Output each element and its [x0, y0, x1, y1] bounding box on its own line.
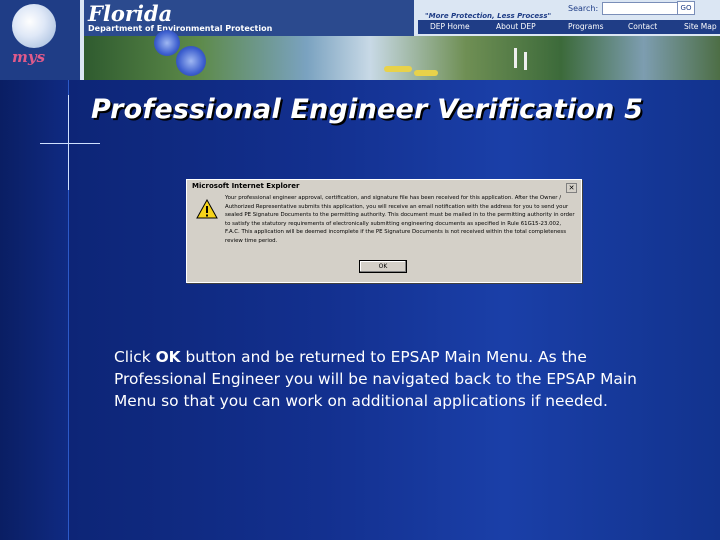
- instruction-prefix: Click: [114, 348, 156, 366]
- go-button[interactable]: GO: [677, 1, 695, 15]
- nav-about-dep[interactable]: About DEP: [496, 22, 536, 31]
- flower-image: [176, 46, 206, 76]
- motto: "More Protection, Less Process": [425, 12, 552, 20]
- slide-title: Professional Engineer Verification 5: [91, 94, 644, 125]
- instruction-rest: button and be returned to EPSAP Main Men…: [114, 348, 637, 410]
- crane-image: [514, 48, 517, 68]
- instruction-text: Click OK button and be returned to EPSAP…: [114, 346, 674, 412]
- nav-programs[interactable]: Programs: [568, 22, 604, 31]
- alert-dialog: Microsoft Internet Explorer ✕ Your profe…: [186, 179, 582, 283]
- florida-seal-icon: [12, 4, 56, 48]
- search-label: Search:: [568, 4, 599, 13]
- dialog-message: Your professional engineer approval, cer…: [225, 195, 575, 244]
- decor-cross-horizontal: [40, 143, 100, 144]
- nav-site-map[interactable]: Site Map: [684, 22, 717, 31]
- crane-image: [524, 52, 527, 70]
- flower-image: [154, 30, 180, 56]
- nav-dep-home[interactable]: DEP Home: [430, 22, 470, 31]
- dep-logo[interactable]: mys: [0, 0, 80, 80]
- site-banner: mys Florida Department of Environmental …: [0, 0, 720, 80]
- nav-contact[interactable]: Contact: [628, 22, 657, 31]
- dialog-titlebar[interactable]: Microsoft Internet Explorer ✕: [189, 182, 579, 193]
- logo-script: mys: [12, 48, 46, 66]
- kayak-image: [384, 66, 412, 72]
- close-icon[interactable]: ✕: [566, 183, 577, 193]
- photo-strip: [84, 30, 720, 80]
- instruction-ok-label: OK: [155, 348, 181, 366]
- agency-name[interactable]: Florida: [88, 1, 172, 26]
- left-band: [0, 80, 68, 540]
- kayak-image: [414, 70, 438, 76]
- department-name: Department of Environmental Protection: [88, 24, 273, 33]
- top-nav: DEP Home About DEP Programs Contact Site…: [418, 20, 720, 34]
- dialog-title: Microsoft Internet Explorer: [192, 182, 300, 190]
- ok-button[interactable]: OK: [359, 260, 407, 273]
- decor-cross-vertical: [68, 95, 69, 190]
- search-input[interactable]: [602, 2, 678, 15]
- warning-icon: [196, 199, 218, 219]
